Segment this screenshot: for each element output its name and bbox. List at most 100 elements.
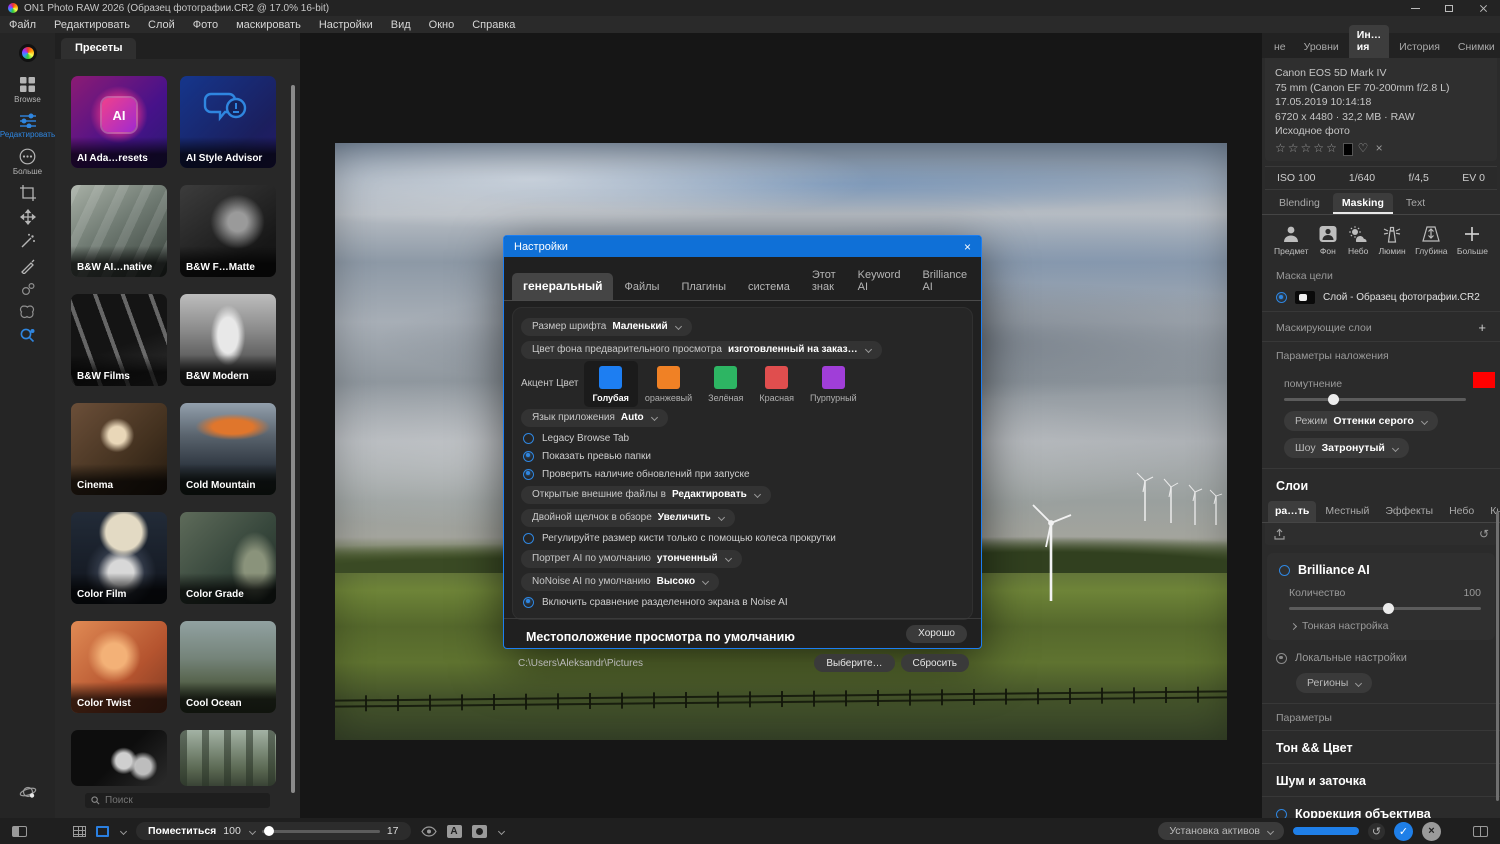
layer-radio[interactable] xyxy=(1276,292,1287,303)
ok-button[interactable]: Хорошо xyxy=(906,625,967,643)
tab-text[interactable]: Text xyxy=(1397,193,1434,214)
tab-levels[interactable]: Уровни xyxy=(1296,37,1347,58)
preset-item[interactable]: AI Style Advisor xyxy=(180,76,276,168)
opacity-slider[interactable] xyxy=(1284,398,1466,401)
open-external-files-dropdown[interactable]: Открытые внешние файлы в Редактировать xyxy=(521,486,771,504)
section-tone-color[interactable]: Тон && Цвет xyxy=(1262,730,1500,763)
brilliance-toggle-icon[interactable] xyxy=(1279,565,1290,576)
close-button[interactable] xyxy=(1466,0,1500,16)
check-legacy-browse[interactable]: Legacy Browse Tab xyxy=(521,429,964,447)
mask-sky-button[interactable]: Небо xyxy=(1347,225,1369,256)
preview-bg-color-dropdown[interactable]: Цвет фона предварительного просмотра изг… xyxy=(521,341,882,359)
accent-swatch-orange[interactable]: оранжевый xyxy=(645,366,692,403)
grid-view-icon[interactable] xyxy=(73,826,86,837)
mask-depth-button[interactable]: Глубина xyxy=(1415,225,1447,256)
zoom-slider-knob[interactable] xyxy=(264,826,274,836)
color-swatch[interactable] xyxy=(714,366,737,389)
star-icon[interactable]: ☆ xyxy=(1288,141,1301,155)
minimize-button[interactable] xyxy=(1398,0,1432,16)
ai-brain-tool[interactable] xyxy=(19,304,36,319)
tab-plugins[interactable]: Плагины xyxy=(670,275,737,300)
tab-watermark[interactable]: Этот знак xyxy=(801,263,847,300)
chevron-down-icon[interactable] xyxy=(497,827,504,834)
zoom-control[interactable]: Поместиться 100 17 xyxy=(136,822,411,840)
nav-browse[interactable]: Browse xyxy=(14,76,41,104)
local-settings-row[interactable]: Локальные настройки xyxy=(1262,640,1500,671)
brilliance-header[interactable]: Brilliance AI xyxy=(1267,561,1495,581)
check-split-screen-noise-ai[interactable]: Включить сравнение разделенного экрана в… xyxy=(521,593,964,611)
mask-overlay-color-swatch[interactable] xyxy=(1473,372,1495,388)
menu-file[interactable]: Файл xyxy=(9,19,36,31)
tab-nav[interactable]: не xyxy=(1266,37,1294,58)
preset-item[interactable]: Color Film xyxy=(71,512,167,604)
preset-item[interactable] xyxy=(71,730,167,786)
menu-layer[interactable]: Слой xyxy=(148,19,175,31)
tab-local[interactable]: Местный xyxy=(1318,501,1376,522)
tab-keyword-ai[interactable]: Keyword AI xyxy=(847,263,912,300)
nonoise-ai-dropdown[interactable]: NoNoise AI по умолчанию Высоко xyxy=(521,573,719,591)
star-icon[interactable]: ☆ xyxy=(1275,141,1288,155)
fine-tune-row[interactable]: Тонкая настройка xyxy=(1267,616,1495,634)
accent-swatch-red[interactable]: Красная xyxy=(759,366,794,403)
accent-swatch-green[interactable]: Зелёная xyxy=(708,366,743,403)
presets-scrollbar[interactable] xyxy=(291,85,295,793)
preview-eye-icon[interactable] xyxy=(421,826,437,837)
crop-tool[interactable] xyxy=(20,185,36,201)
reject-icon[interactable]: × xyxy=(1376,141,1385,155)
zoom-slider[interactable] xyxy=(262,830,380,833)
mask-subject-button[interactable]: Предмет xyxy=(1274,225,1309,256)
font-size-dropdown[interactable]: Размер шрифта Маленький xyxy=(521,318,692,336)
mask-more-button[interactable]: Больше xyxy=(1457,225,1488,256)
menu-view[interactable]: Вид xyxy=(391,19,411,31)
soft-proof-icon[interactable]: A xyxy=(447,825,462,838)
check-brush-scroll-wheel[interactable]: Регулируйте размер кисти только с помощь… xyxy=(521,529,964,547)
preset-item[interactable]: Cinema xyxy=(71,403,167,495)
sync-tool[interactable] xyxy=(19,784,37,800)
menu-mask[interactable]: маскировать xyxy=(236,19,301,31)
opacity-slider-knob[interactable] xyxy=(1328,394,1339,405)
export-icon[interactable] xyxy=(1273,528,1286,541)
like-heart-icon[interactable]: ♡ xyxy=(1358,141,1371,155)
preset-item[interactable]: Color Twist xyxy=(71,621,167,713)
double-click-dropdown[interactable]: Двойной щелчок в обзоре Увеличить xyxy=(521,509,735,527)
toggle-left-panel-button[interactable] xyxy=(12,826,27,837)
tab-sky[interactable]: Небо xyxy=(1442,501,1481,522)
mask-target-layer[interactable]: Слой - Образец фотографии.CR2 xyxy=(1262,284,1500,311)
search-input[interactable] xyxy=(105,795,264,806)
nav-edit[interactable]: Редактировать xyxy=(0,113,55,139)
single-view-icon[interactable] xyxy=(96,826,109,837)
menu-help[interactable]: Справка xyxy=(472,19,515,31)
maximize-button[interactable] xyxy=(1432,0,1466,16)
mode-dropdown[interactable]: РежимОттенки серого xyxy=(1284,411,1438,431)
reset-icon[interactable]: ↺ xyxy=(1479,527,1489,541)
dialog-close-icon[interactable]: × xyxy=(964,240,971,254)
tab-info[interactable]: Ин…ия xyxy=(1349,25,1389,58)
chevron-down-icon[interactable] xyxy=(249,827,256,834)
color-swatch[interactable] xyxy=(765,366,788,389)
preset-item[interactable]: B&W Films xyxy=(71,294,167,386)
cancel-button[interactable]: × xyxy=(1422,822,1441,841)
preset-item[interactable]: B&W AI…native xyxy=(71,185,167,277)
preset-item[interactable]: AIAI Ada…resets xyxy=(71,76,167,168)
move-tool[interactable] xyxy=(20,209,36,225)
nav-more[interactable]: Больше xyxy=(13,148,42,176)
check-updates-on-launch[interactable]: Проверить наличие обновлений при запуске xyxy=(521,465,964,483)
menu-window[interactable]: Окно xyxy=(429,19,455,31)
amount-slider[interactable] xyxy=(1289,607,1481,610)
menu-photo[interactable]: Фото xyxy=(193,19,218,31)
section-noise-sharpen[interactable]: Шум и заточка xyxy=(1262,763,1500,796)
star-icon[interactable]: ☆ xyxy=(1313,141,1326,155)
add-mask-layer-button[interactable]: + xyxy=(1478,320,1486,335)
accent-swatch-blue[interactable]: Голубая xyxy=(584,361,638,407)
rating-row[interactable]: ☆☆☆☆☆ ■ ♡ × xyxy=(1275,141,1487,158)
star-icon[interactable]: ☆ xyxy=(1301,141,1314,155)
reset-location-button[interactable]: Сбросить xyxy=(901,654,969,672)
portrait-ai-dropdown[interactable]: Портрет AI по умолчанию утонченный xyxy=(521,550,742,568)
preset-item[interactable] xyxy=(180,730,276,786)
preset-item[interactable]: Cold Mountain xyxy=(180,403,276,495)
preset-item[interactable]: Color Grade xyxy=(180,512,276,604)
tab-files[interactable]: Файлы xyxy=(613,275,670,300)
tab-snapshots[interactable]: Снимки xyxy=(1450,37,1500,58)
preset-search[interactable] xyxy=(85,793,270,808)
color-swatch[interactable] xyxy=(822,366,845,389)
